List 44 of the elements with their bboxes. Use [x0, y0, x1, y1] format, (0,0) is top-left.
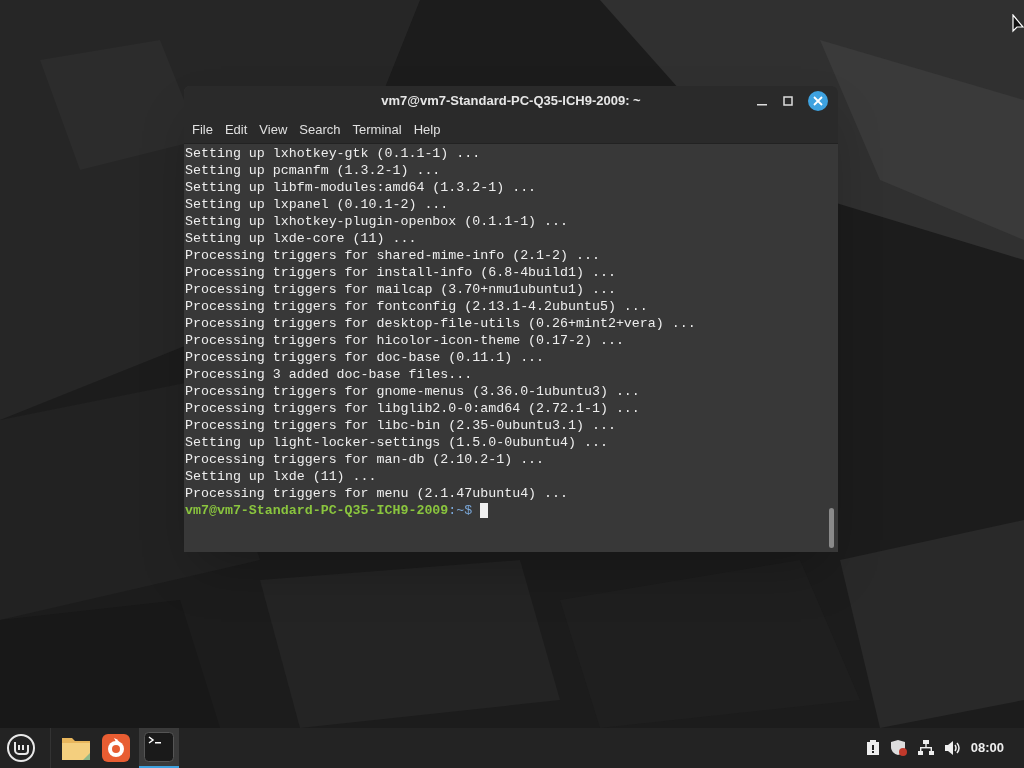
terminal-line: Processing 3 added doc-base files...	[185, 366, 473, 383]
terminal-line: Processing triggers for man-db (2.10.2-1) ...	[185, 451, 545, 468]
maximize-icon[interactable]	[782, 95, 794, 107]
network-icon[interactable]	[917, 740, 934, 756]
shield-icon[interactable]	[889, 739, 908, 757]
terminal-line: Setting up lxhotkey-plugin-openbox (0.1.1-1) ...	[185, 213, 568, 230]
menu-item[interactable]: Edit	[218, 119, 254, 140]
clock[interactable]: 08:00	[970, 738, 1004, 758]
terminal-line: Setting up lxhotkey-gtk (0.1.1-1) ...	[185, 145, 481, 162]
prompt-host: vm7@vm7-Standard-PC-Q35-ICH9-2009	[185, 502, 449, 519]
volume-icon[interactable]	[943, 740, 961, 756]
terminal-line: Setting up lxde (11) ...	[185, 468, 377, 485]
clipboard-icon[interactable]	[865, 740, 880, 756]
terminal-line: Processing triggers for desktop-file-utils (0.26+mint2+vera) ...	[185, 315, 696, 332]
terminal-line: Processing triggers for menu (2.1.47ubuntu4) ...	[185, 485, 568, 502]
menu-item[interactable]: View	[253, 119, 294, 140]
terminal-line: Setting up libfm-modules:amd64 (1.3.2-1) ...	[185, 179, 537, 196]
menu-item[interactable]: Search	[293, 119, 347, 140]
menu-item[interactable]: Terminal	[346, 119, 408, 140]
terminal-line: Processing triggers for doc-base (0.11.1) ...	[185, 349, 545, 366]
terminal-line: Processing triggers for gnome-menus (3.36.0-1ubuntu3) ...	[185, 383, 640, 400]
text-cursor	[480, 503, 489, 518]
menu-item[interactable]: Help	[407, 119, 447, 140]
terminal-line: Processing triggers for libglib2.0-0:amd64 (2.72.1-1) ...	[185, 400, 640, 417]
terminal-line: Processing triggers for fontconfig (2.13.1-4.2ubuntu5) ...	[185, 298, 648, 315]
mint-logo-icon[interactable]	[6, 733, 36, 763]
terminal-line: Setting up pcmanfm (1.3.2-1) ...	[185, 162, 441, 179]
scrollbar-thumb[interactable]	[829, 508, 834, 548]
terminal-line: Setting up light-locker-settings (1.5.0-0ubuntu4) ...	[185, 434, 608, 451]
close-icon[interactable]	[808, 91, 828, 111]
terminal-line: Processing triggers for mailcap (3.70+nmu1ubuntu1) ...	[185, 281, 616, 298]
window-title: vm7@vm7-Standard-PC-Q35-ICH9-2009: ~	[381, 92, 641, 111]
terminal-line: Processing triggers for hicolor-icon-theme (0.17-2) ...	[185, 332, 624, 349]
menu-item[interactable]: File	[186, 119, 219, 140]
prompt-path: :~$	[448, 502, 473, 519]
terminal-line: Processing triggers for install-info (6.8-4build1) ...	[185, 264, 616, 281]
terminal-line: Processing triggers for libc-bin (2.35-0ubuntu3.1) ...	[185, 417, 616, 434]
folder-icon[interactable]	[61, 735, 91, 761]
taskbar-app[interactable]	[139, 728, 179, 768]
terminal-line: Processing triggers for shared-mime-info (2.1-2) ...	[185, 247, 600, 264]
terminal-line: Setting up lxde-core (11) ...	[185, 230, 417, 247]
terminal-line: Setting up lxpanel (0.10.1-2) ...	[185, 196, 449, 213]
terminal-icon[interactable]	[144, 732, 174, 762]
mouse-cursor-icon	[1012, 14, 1024, 34]
